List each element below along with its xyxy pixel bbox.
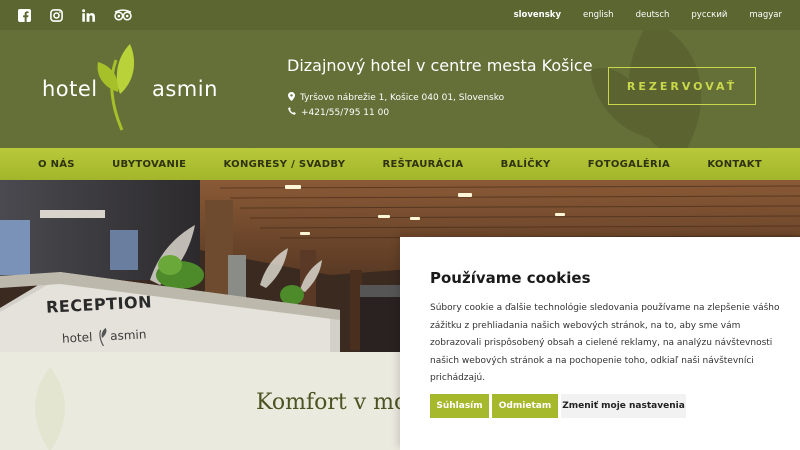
content-leaf-watermark [35,367,65,450]
lang-russian[interactable]: русский [691,10,727,20]
cookie-title: Používame cookies [430,269,591,287]
logo-text-asmin: asmin [152,77,218,101]
lang-slovensky[interactable]: slovensky [514,10,561,20]
cookie-accept-button[interactable]: Súhlasím [430,394,489,418]
language-switcher: slovensky english deutsch русский magyar [492,10,800,20]
nav-item-restauracia[interactable]: REŠTAURÁCIA [383,159,464,170]
instagram-icon[interactable] [50,8,63,22]
nav-item-balicky[interactable]: BALÍČKY [501,159,551,170]
cookie-settings-button[interactable]: Zmeniť moje nastavenia [561,394,686,418]
main-nav: O NÁS UBYTOVANIE KONGRESY / SVADBY REŠTA… [0,148,800,180]
lang-magyar[interactable]: magyar [749,10,782,20]
reserve-button[interactable]: REZERVOVAŤ [608,67,756,105]
nav-item-fotogaleria[interactable]: FOTOGALÉRIA [588,159,670,170]
nav-item-o-nas[interactable]: O NÁS [38,159,75,170]
phone-line: +421/55/795 11 00 [288,107,389,118]
desk-logo-left: hotel [61,330,93,346]
tripadvisor-icon[interactable] [114,9,132,21]
phone-icon [288,107,296,118]
cookie-reject-button[interactable]: Odmietam [492,394,558,418]
top-bar: slovensky english deutsch русский magyar [0,0,800,30]
desk-logo-leaf-icon [99,327,107,347]
nav-item-ubytovanie[interactable]: UBYTOVANIE [112,159,186,170]
location-pin-icon [288,92,295,104]
desk-logo-right: asmin [109,327,147,344]
cookie-text: Súbory cookie a ďalšie technológie sledo… [430,303,780,383]
social-links [0,8,132,22]
hotel-tagline: Dizajnový hotel v centre mesta Košice [287,56,593,75]
cookie-consent-panel: Používame cookies Súbory cookie a ďalšie… [400,237,800,450]
hotel-logo[interactable]: hotel asmin [42,42,242,132]
address-line: Tyršovo nábrežie 1, Košice 040 01, Slove… [288,92,504,104]
linkedin-icon[interactable] [82,8,95,22]
content-heading: Komfort v mo [256,390,408,415]
nav-item-kongresy-svadby[interactable]: KONGRESY / SVADBY [224,159,346,170]
lang-deutsch[interactable]: deutsch [636,10,670,20]
facebook-icon[interactable] [18,8,31,22]
phone-text[interactable]: +421/55/795 11 00 [301,108,389,118]
logo-leaf-icon [97,44,135,131]
logo-text-hotel: hotel [42,77,98,101]
address-text: Tyršovo nábrežie 1, Košice 040 01, Slove… [300,93,505,103]
lang-english[interactable]: english [583,10,614,20]
site-header: hotel asmin Dizajnový hotel v centre mes… [0,30,800,148]
nav-item-kontakt[interactable]: KONTAKT [707,159,762,170]
